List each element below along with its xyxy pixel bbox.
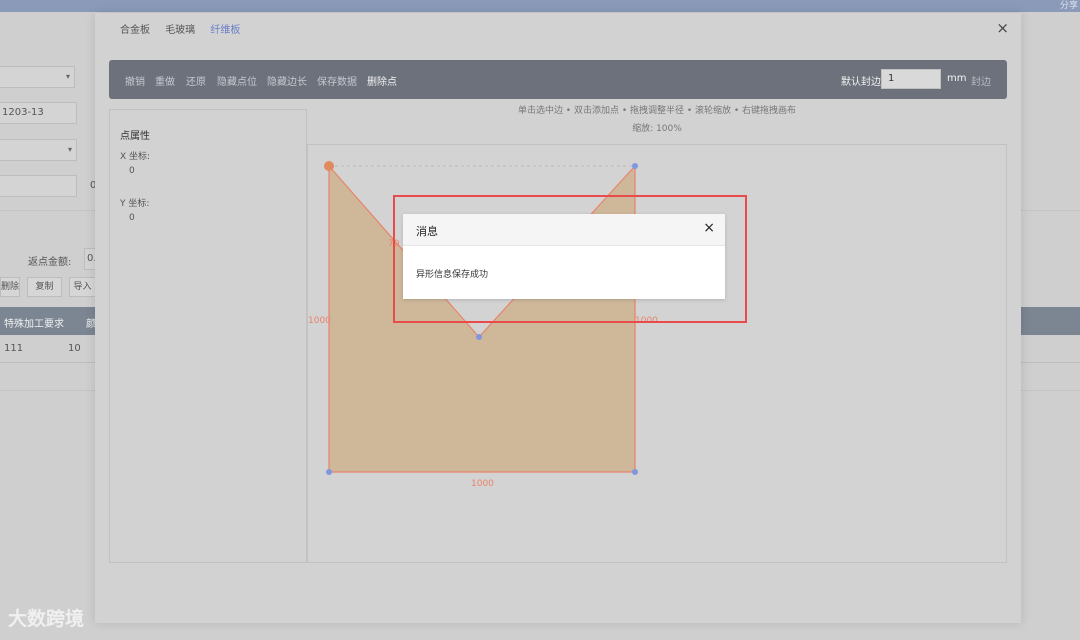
delete-button[interactable]: 删除 [0,277,20,297]
tab-fiberboard[interactable]: 纤维板 [210,21,240,36]
table-header-cell: 特殊加工要求 [4,319,64,330]
top-bar: 分享 [0,0,1080,12]
hide-points-button[interactable]: 隐藏点位 [217,73,257,88]
point-handle[interactable] [632,469,638,475]
selected-point-handle[interactable] [324,161,334,171]
x-coordinate-value: 0 [129,166,135,176]
tab-frosted-glass[interactable]: 毛玻璃 [165,21,195,36]
import-button-label: 导入 [73,282,92,292]
watermark-logo: 大数跨境 [8,608,85,630]
x-coordinate-label: X 坐标: [120,152,151,162]
close-icon[interactable]: × [996,19,1009,37]
message-header: 消息 × [403,214,725,246]
zoom-level: 缩放: 100% [632,124,682,134]
message-body: 异形信息保存成功 [416,270,489,280]
chevron-down-icon: ▾ [65,72,70,81]
default-edge-input[interactable]: 1 [881,69,941,89]
rebate-label: 返点金额: [28,257,72,268]
background-select-2[interactable]: ▾ [0,139,77,161]
redo-button[interactable]: 重做 [155,73,175,88]
point-properties-panel: 点属性 X 坐标: 0 Y 坐标: 0 [109,109,307,563]
panel-title: 点属性 [120,131,150,142]
restore-button[interactable]: 还原 [186,73,206,88]
point-handle[interactable] [326,469,332,475]
hide-edge-length-button[interactable]: 隐藏边长 [267,73,307,88]
y-coordinate-value: 0 [129,213,135,223]
usage-hint: 单击选中边 • 双击添加点 • 拖拽调整半径 • 滚轮缩放 • 右键拖拽画布 [517,106,797,116]
delete-point-button[interactable]: 删除点 [367,73,397,88]
edge-length-bottom: 1000 [471,479,494,489]
unit-label: mm [947,73,967,84]
table-cell: 10 [68,343,81,354]
background-input-value: 1203-13 [2,107,44,118]
edge-length-left: 1000 [308,316,331,326]
table-cell: 111 [4,343,24,354]
message-title: 消息 [416,225,438,238]
chevron-down-icon: ▾ [67,145,72,154]
editor-toolbar: 撤销 重做 还原 隐藏点位 隐藏边长 保存数据 删除点 默认封边: 1 mm 封… [109,60,1007,99]
undo-button[interactable]: 撤销 [125,73,145,88]
default-edge-label: 默认封边: [841,77,885,88]
background-input-code[interactable]: 1203-13 [0,102,77,124]
tab-alloy-board[interactable]: 合金板 [120,21,150,36]
apply-edge-button[interactable]: 封边 [971,73,991,88]
background-input-2[interactable] [0,175,77,197]
share-link[interactable]: 分享 [1060,0,1078,12]
background-select-1[interactable]: ▾ [0,66,75,88]
material-tabs: 合金板 毛玻璃 纤维板 [120,21,252,36]
delete-button-label: 删除 [1,282,20,292]
copy-button[interactable]: 复制 [27,277,62,297]
copy-button-label: 复制 [35,282,54,292]
point-handle[interactable] [476,334,482,340]
y-coordinate-label: Y 坐标: [120,199,150,209]
message-dialog: 消息 × 异形信息保存成功 [403,214,725,299]
save-data-button[interactable]: 保存数据 [317,73,357,88]
point-handle[interactable] [632,163,638,169]
close-icon[interactable]: × [703,220,715,236]
import-button[interactable]: 导入 [69,277,96,297]
